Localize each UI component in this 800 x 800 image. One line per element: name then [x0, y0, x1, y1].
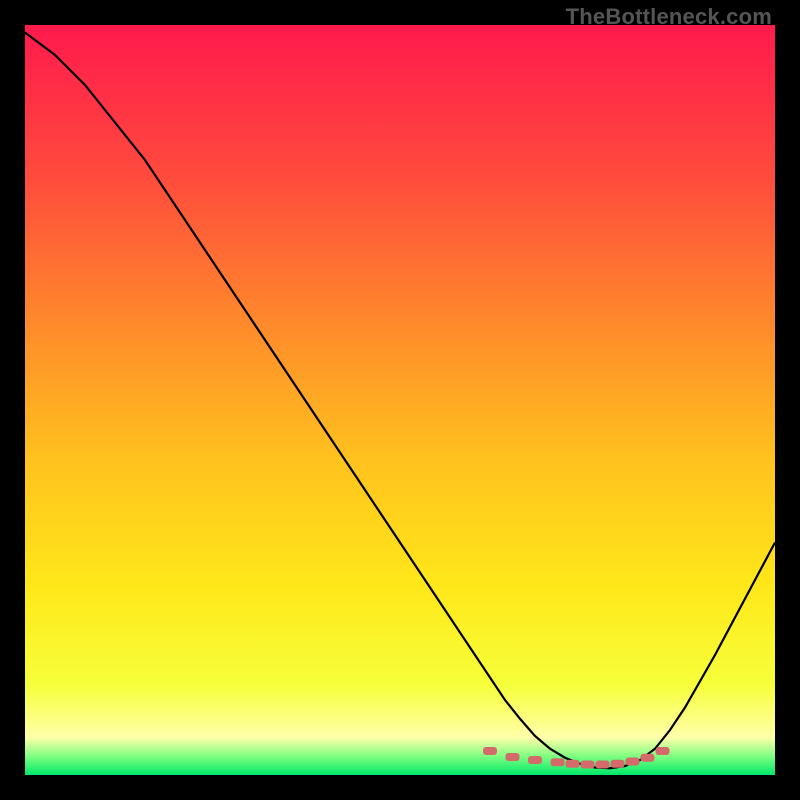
- optimal-marker: [626, 758, 640, 766]
- optimal-marker: [641, 754, 655, 762]
- optimal-marker: [581, 761, 595, 769]
- optimal-marker: [528, 756, 542, 764]
- optimal-marker: [611, 760, 625, 768]
- optimal-marker: [566, 760, 580, 768]
- gradient-background: [25, 25, 775, 775]
- optimal-marker: [506, 753, 520, 761]
- optimal-marker: [656, 747, 670, 755]
- bottleneck-chart: [25, 25, 775, 775]
- optimal-marker: [596, 761, 610, 769]
- watermark-label: TheBottleneck.com: [566, 4, 772, 30]
- optimal-marker: [483, 747, 497, 755]
- optimal-marker: [551, 758, 565, 766]
- chart-frame: [25, 25, 775, 775]
